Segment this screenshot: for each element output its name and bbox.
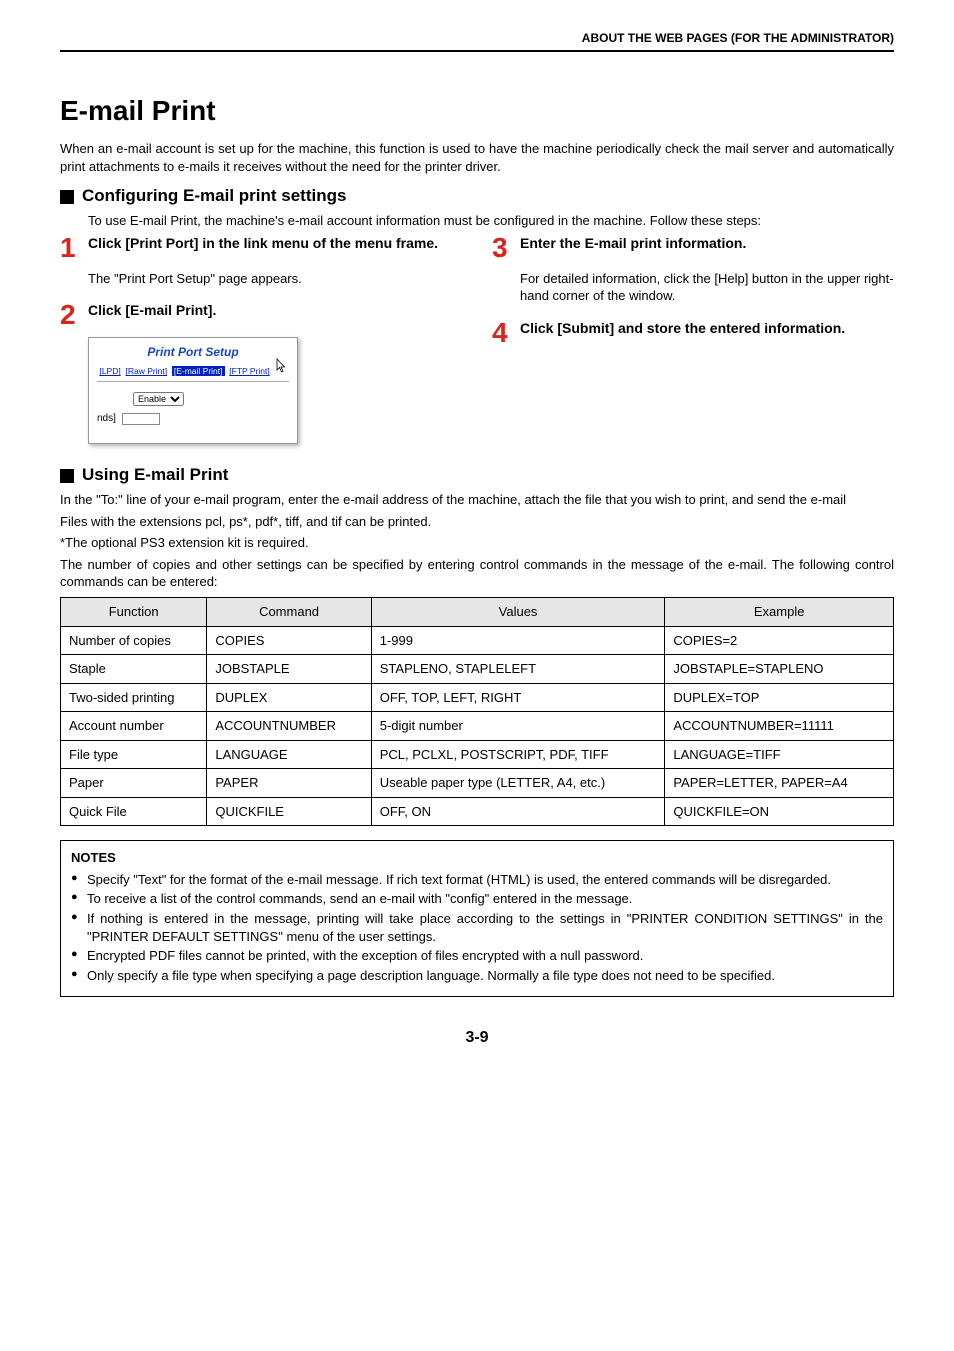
screenshot-link-ftpprint[interactable]: [FTP Print] [229, 366, 269, 376]
screenshot-link-rawprint[interactable]: [Raw Print] [126, 366, 168, 376]
cell: DUPLEX=TOP [665, 683, 894, 712]
step-title: Enter the E-mail print information. [520, 234, 746, 262]
print-port-setup-screenshot: Print Port Setup [LPD] [Raw Print] [E-ma… [88, 337, 298, 444]
cell: Quick File [61, 797, 207, 826]
cell: LANGUAGE=TIFF [665, 740, 894, 769]
section1-lead: To use E-mail Print, the machine's e-mai… [88, 212, 894, 230]
list-item: If nothing is entered in the message, pr… [71, 910, 883, 945]
cell: OFF, TOP, LEFT, RIGHT [371, 683, 665, 712]
cell: LANGUAGE [207, 740, 371, 769]
cell: DUPLEX [207, 683, 371, 712]
notes-list: Specify "Text" for the format of the e-m… [71, 871, 883, 984]
table-row: Staple JOBSTAPLE STAPLENO, STAPLELEFT JO… [61, 655, 894, 684]
screenshot-enable-row: Enable [97, 392, 289, 406]
cell: ACCOUNTNUMBER=11111 [665, 712, 894, 741]
using-p3: *The optional PS3 extension kit is requi… [60, 534, 894, 552]
screenshot-divider [97, 381, 289, 382]
cell: Account number [61, 712, 207, 741]
table-row: Paper PAPER Useable paper type (LETTER, … [61, 769, 894, 798]
screenshot-links-row: [LPD] [Raw Print] [E-mail Print] [FTP Pr… [97, 360, 289, 379]
cell: OFF, ON [371, 797, 665, 826]
cell: JOBSTAPLE [207, 655, 371, 684]
step-3-body: For detailed information, click the [Hel… [520, 270, 894, 305]
step-number: 1 [60, 234, 80, 262]
cell: Useable paper type (LETTER, A4, etc.) [371, 769, 665, 798]
cell: 5-digit number [371, 712, 665, 741]
cell: Two-sided printing [61, 683, 207, 712]
square-bullet-icon [60, 190, 74, 204]
cell: Number of copies [61, 626, 207, 655]
steps-left-column: 1 Click [Print Port] in the link menu of… [60, 234, 462, 445]
table-row: Two-sided printing DUPLEX OFF, TOP, LEFT… [61, 683, 894, 712]
th-values: Values [371, 597, 665, 626]
step-number: 2 [60, 301, 80, 329]
commands-table: Function Command Values Example Number o… [60, 597, 894, 826]
notes-title: NOTES [71, 849, 883, 867]
cell: QUICKFILE [207, 797, 371, 826]
step-3: 3 Enter the E-mail print information. [492, 234, 894, 262]
steps-right-column: 3 Enter the E-mail print information. Fo… [492, 234, 894, 445]
screenshot-link-lpd[interactable]: [LPD] [99, 366, 120, 376]
table-row: Account number ACCOUNTNUMBER 5-digit num… [61, 712, 894, 741]
cell: 1-999 [371, 626, 665, 655]
th-function: Function [61, 597, 207, 626]
screenshot-nds-label: nds] [97, 412, 116, 426]
cell: File type [61, 740, 207, 769]
page-number: 3-9 [60, 1027, 894, 1049]
cell: COPIES [207, 626, 371, 655]
step-1: 1 Click [Print Port] in the link menu of… [60, 234, 462, 262]
section-heading-text: Using E-mail Print [82, 464, 228, 487]
cell: COPIES=2 [665, 626, 894, 655]
screenshot-nds-input[interactable] [122, 413, 160, 425]
step-4: 4 Click [Submit] and store the entered i… [492, 319, 894, 347]
notes-box: NOTES Specify "Text" for the format of t… [60, 840, 894, 997]
th-command: Command [207, 597, 371, 626]
cell: PCL, PCLXL, POSTSCRIPT, PDF, TIFF [371, 740, 665, 769]
list-item: Only specify a file type when specifying… [71, 967, 883, 985]
step-number: 4 [492, 319, 512, 347]
screenshot-title: Print Port Setup [97, 344, 289, 360]
using-p1: In the "To:" line of your e-mail program… [60, 491, 894, 509]
table-row: File type LANGUAGE PCL, PCLXL, POSTSCRIP… [61, 740, 894, 769]
screenshot-enable-select[interactable]: Enable [133, 392, 184, 406]
step-number: 3 [492, 234, 512, 262]
step-title: Click [Print Port] in the link menu of t… [88, 234, 438, 262]
intro-paragraph: When an e-mail account is set up for the… [60, 140, 894, 175]
step-title: Click [Submit] and store the entered inf… [520, 319, 845, 347]
cell: JOBSTAPLE=STAPLENO [665, 655, 894, 684]
cell: PAPER=LETTER, PAPER=A4 [665, 769, 894, 798]
cell: Staple [61, 655, 207, 684]
list-item: To receive a list of the control command… [71, 890, 883, 908]
section-using-heading: Using E-mail Print [60, 464, 894, 487]
table-header-row: Function Command Values Example [61, 597, 894, 626]
table-row: Quick File QUICKFILE OFF, ON QUICKFILE=O… [61, 797, 894, 826]
cell: ACCOUNTNUMBER [207, 712, 371, 741]
square-bullet-icon [60, 469, 74, 483]
step-2: 2 Click [E-mail Print]. [60, 301, 462, 329]
th-example: Example [665, 597, 894, 626]
cell: Paper [61, 769, 207, 798]
list-item: Encrypted PDF files cannot be printed, w… [71, 947, 883, 965]
step-1-body: The "Print Port Setup" page appears. [88, 270, 462, 288]
screenshot-nds-row: nds] [97, 412, 289, 426]
list-item: Specify "Text" for the format of the e-m… [71, 871, 883, 889]
using-p4: The number of copies and other settings … [60, 556, 894, 591]
section-heading-text: Configuring E-mail print settings [82, 185, 346, 208]
page-title: E-mail Print [60, 92, 894, 130]
cursor-icon [274, 360, 288, 374]
cell: QUICKFILE=ON [665, 797, 894, 826]
section-configuring-heading: Configuring E-mail print settings [60, 185, 894, 208]
table-row: Number of copies COPIES 1-999 COPIES=2 [61, 626, 894, 655]
steps-two-column: 1 Click [Print Port] in the link menu of… [60, 234, 894, 445]
cell: PAPER [207, 769, 371, 798]
cell: STAPLENO, STAPLELEFT [371, 655, 665, 684]
page-header: ABOUT THE WEB PAGES (FOR THE ADMINISTRAT… [60, 30, 894, 52]
screenshot-link-emailprint[interactable]: [E-mail Print] [172, 366, 225, 376]
step-title: Click [E-mail Print]. [88, 301, 216, 329]
using-p2: Files with the extensions pcl, ps*, pdf*… [60, 513, 894, 531]
